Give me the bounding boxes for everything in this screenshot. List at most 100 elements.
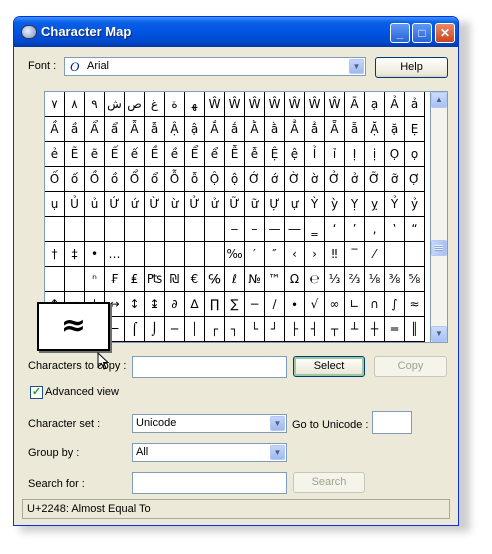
- character-cell[interactable]: ∩: [365, 292, 385, 317]
- character-cell[interactable]: —: [265, 217, 285, 242]
- character-cell[interactable]: [145, 217, 165, 242]
- character-cell[interactable]: ∂: [165, 292, 185, 317]
- select-button[interactable]: Select: [293, 356, 365, 377]
- character-cell[interactable]: ┬: [325, 317, 345, 342]
- character-cell[interactable]: ↨: [145, 292, 165, 317]
- character-cell[interactable]: Ẩ: [85, 117, 105, 142]
- character-cell[interactable]: ₪: [165, 267, 185, 292]
- character-cell[interactable]: ة: [165, 92, 185, 117]
- character-cell[interactable]: ™: [265, 267, 285, 292]
- character-cell[interactable]: Ờ: [285, 167, 305, 192]
- character-cell[interactable]: Ả: [385, 92, 405, 117]
- character-cell[interactable]: –: [245, 217, 265, 242]
- character-cell[interactable]: ễ: [245, 142, 265, 167]
- character-cell[interactable]: Ử: [185, 192, 205, 217]
- character-cell[interactable]: €: [185, 267, 205, 292]
- character-cell[interactable]: Ỡ: [365, 167, 385, 192]
- scroll-down-button[interactable]: ▼: [431, 326, 447, 342]
- minimize-button[interactable]: _: [390, 23, 410, 43]
- chevron-down-icon[interactable]: ▼: [270, 445, 285, 460]
- character-cell[interactable]: ﮭ: [185, 92, 205, 117]
- character-cell[interactable]: [405, 242, 425, 267]
- character-cell[interactable]: ٩: [85, 92, 105, 117]
- character-cell[interactable]: Ề: [145, 142, 165, 167]
- character-cell[interactable]: −: [245, 292, 265, 317]
- character-cell[interactable]: [205, 217, 225, 242]
- character-cell[interactable]: Ể: [185, 142, 205, 167]
- character-cell[interactable]: Ổ: [125, 167, 145, 192]
- character-cell[interactable]: ẽ: [85, 142, 105, 167]
- character-cell[interactable]: ⅓: [325, 267, 345, 292]
- scroll-thumb[interactable]: [431, 240, 447, 256]
- character-cell[interactable]: ọ: [405, 142, 425, 167]
- character-cell[interactable]: ử: [205, 192, 225, 217]
- character-cell[interactable]: Ŵ: [225, 92, 245, 117]
- character-cell[interactable]: ỵ: [365, 192, 385, 217]
- character-cell[interactable]: ∙: [285, 292, 305, 317]
- character-cell[interactable]: №: [245, 267, 265, 292]
- character-cell[interactable]: ┌: [205, 317, 225, 342]
- character-cell[interactable]: ″: [265, 242, 285, 267]
- character-cell[interactable]: ữ: [245, 192, 265, 217]
- character-cell[interactable]: ⌡: [145, 317, 165, 342]
- character-cell[interactable]: ‛: [385, 217, 405, 242]
- character-cell[interactable]: ┼: [365, 317, 385, 342]
- character-cell[interactable]: ∑: [225, 292, 245, 317]
- character-cell[interactable]: Ồ: [85, 167, 105, 192]
- maximize-button[interactable]: □: [412, 23, 432, 43]
- character-cell[interactable]: Ặ: [365, 117, 385, 142]
- character-cell[interactable]: Ễ: [225, 142, 245, 167]
- character-cell[interactable]: [385, 242, 405, 267]
- character-cell[interactable]: ỡ: [385, 167, 405, 192]
- character-cell[interactable]: ‹: [285, 242, 305, 267]
- character-cell[interactable]: Ŵ: [325, 92, 345, 117]
- scroll-up-button[interactable]: ▲: [431, 92, 447, 108]
- character-cell[interactable]: [105, 217, 125, 242]
- search-input[interactable]: [132, 472, 287, 494]
- character-cell[interactable]: ‘: [325, 217, 345, 242]
- character-cell[interactable]: Ọ: [385, 142, 405, 167]
- character-cell[interactable]: ⅔: [345, 267, 365, 292]
- character-cell[interactable]: ắ: [225, 117, 245, 142]
- character-cell[interactable]: Ŵ: [305, 92, 325, 117]
- title-bar[interactable]: Character Map _ □ ✕: [14, 17, 458, 47]
- character-cell[interactable]: ả: [405, 92, 425, 117]
- character-cell[interactable]: ٨: [65, 92, 85, 117]
- go-to-unicode-input[interactable]: [372, 411, 412, 434]
- character-cell[interactable]: Ŵ: [205, 92, 225, 117]
- character-cell[interactable]: ‰: [225, 242, 245, 267]
- character-cell[interactable]: ∆: [185, 292, 205, 317]
- character-cell[interactable]: [65, 267, 85, 292]
- character-cell[interactable]: ‡: [65, 242, 85, 267]
- character-cell[interactable]: ỗ: [185, 167, 205, 192]
- character-cell[interactable]: Ừ: [145, 192, 165, 217]
- character-cell[interactable]: [165, 217, 185, 242]
- character-cell[interactable]: ∕: [265, 292, 285, 317]
- character-cell[interactable]: ‾: [345, 242, 365, 267]
- character-cell[interactable]: ∟: [345, 292, 365, 317]
- character-cell[interactable]: [125, 217, 145, 242]
- character-cell[interactable]: ỳ: [325, 192, 345, 217]
- character-cell[interactable]: ₣: [105, 267, 125, 292]
- character-cell[interactable]: Ậ: [165, 117, 185, 142]
- grid-scrollbar[interactable]: ▲ ▼: [431, 91, 448, 343]
- character-cell[interactable]: [125, 242, 145, 267]
- character-cell[interactable]: ự: [285, 192, 305, 217]
- character-cell[interactable]: Ữ: [225, 192, 245, 217]
- character-cell[interactable]: ở: [345, 167, 365, 192]
- character-cell[interactable]: ║: [405, 317, 425, 342]
- character-cell[interactable]: Ŵ: [245, 92, 265, 117]
- character-cell[interactable]: Ẵ: [325, 117, 345, 142]
- character-cell[interactable]: Ω: [285, 267, 305, 292]
- character-cell[interactable]: ế: [125, 142, 145, 167]
- help-button[interactable]: Help: [375, 57, 448, 78]
- character-cell[interactable]: ạ: [365, 92, 385, 117]
- character-cell[interactable]: │: [185, 317, 205, 342]
- character-cell[interactable]: ℓ: [225, 267, 245, 292]
- character-cell[interactable]: Ắ: [205, 117, 225, 142]
- character-cell[interactable]: Ộ: [205, 167, 225, 192]
- close-button[interactable]: ✕: [435, 23, 455, 43]
- character-cell[interactable]: ℅: [205, 267, 225, 292]
- character-cell[interactable]: ┴: [345, 317, 365, 342]
- character-cell[interactable]: ’: [345, 217, 365, 242]
